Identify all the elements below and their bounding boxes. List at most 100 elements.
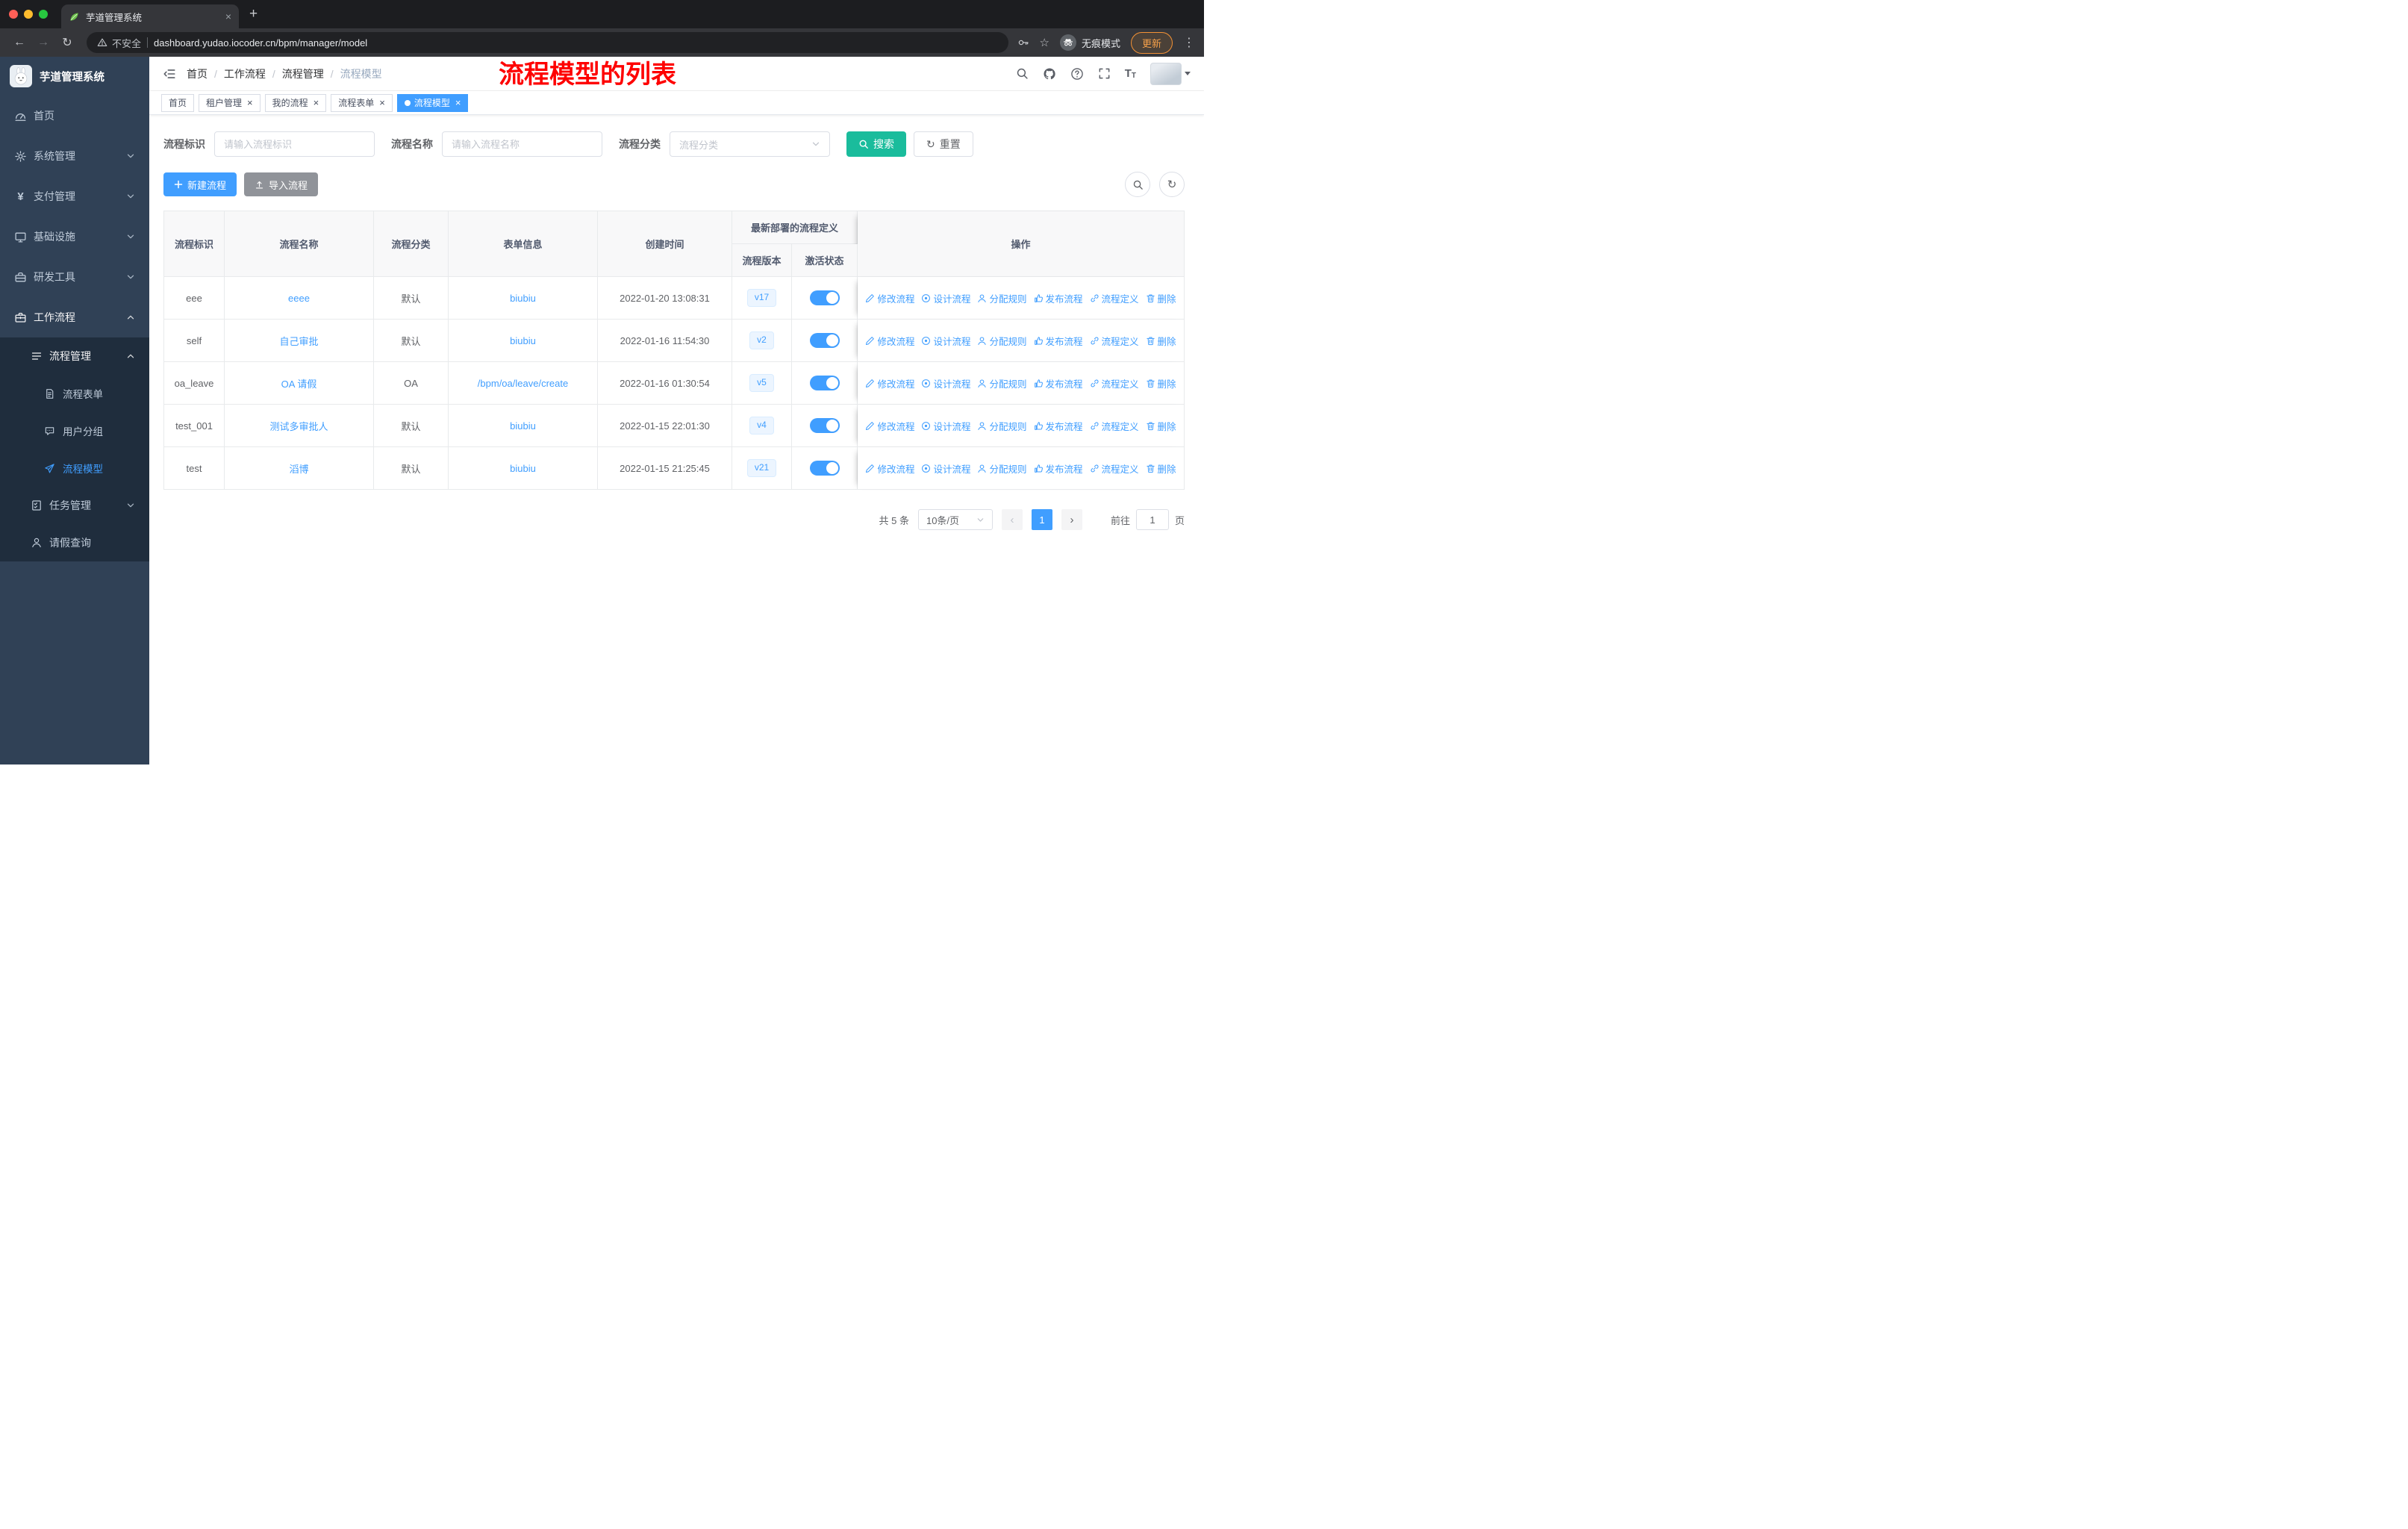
action-definition-link[interactable]: 流程定义	[1090, 419, 1139, 433]
reload-button[interactable]: ↻	[57, 32, 78, 53]
action-assign-link[interactable]: 分配规则	[977, 419, 1027, 433]
sidebar-item-process-management[interactable]: 流程管理	[0, 337, 149, 375]
action-edit-link[interactable]: 修改流程	[865, 461, 914, 476]
process-name-input[interactable]	[442, 131, 602, 157]
sidebar-item-system[interactable]: 系统管理	[0, 136, 149, 176]
action-design-link[interactable]: 设计流程	[921, 334, 970, 348]
action-definition-link[interactable]: 流程定义	[1090, 334, 1139, 348]
browser-update-button[interactable]: 更新	[1130, 31, 1173, 54]
import-process-button[interactable]: 导入流程	[244, 172, 319, 196]
browser-tab[interactable]: 芋道管理系统 ×	[61, 4, 239, 28]
tag-首页[interactable]: 首页	[161, 93, 195, 112]
security-status[interactable]: 不安全	[97, 36, 141, 50]
search-button[interactable]: 搜索	[846, 131, 906, 157]
form-link[interactable]: biubiu	[510, 335, 536, 346]
create-process-button[interactable]: 新建流程	[163, 172, 237, 196]
close-icon[interactable]: ×	[455, 98, 461, 108]
action-publish-link[interactable]: 发布流程	[1034, 334, 1083, 348]
sidebar-item-process-model[interactable]: 流程模型	[0, 449, 149, 487]
back-button[interactable]: ←	[9, 32, 30, 53]
sidebar-item-infrastructure[interactable]: 基础设施	[0, 217, 149, 257]
help-icon[interactable]	[1070, 67, 1084, 81]
sidebar-item-home[interactable]: 首页	[0, 96, 149, 136]
action-publish-link[interactable]: 发布流程	[1034, 291, 1083, 305]
process-name-link[interactable]: OA 请假	[281, 379, 317, 390]
active-toggle[interactable]	[809, 290, 840, 305]
action-publish-link[interactable]: 发布流程	[1034, 461, 1083, 476]
process-name-link[interactable]: eeee	[288, 293, 310, 304]
traffic-light-close[interactable]	[9, 10, 18, 19]
action-delete-link[interactable]: 删除	[1146, 376, 1176, 390]
goto-page-input[interactable]	[1135, 509, 1169, 530]
sidebar-item-payment[interactable]: ¥ 支付管理	[0, 176, 149, 217]
close-icon[interactable]: ×	[247, 98, 253, 108]
sidebar-item-task-management[interactable]: 任务管理	[0, 487, 149, 524]
fullscreen-icon[interactable]	[1098, 67, 1111, 80]
form-link[interactable]: biubiu	[510, 463, 536, 474]
process-name-link[interactable]: 滔博	[289, 464, 308, 475]
close-icon[interactable]: ×	[379, 98, 385, 108]
bookmark-star-icon[interactable]: ☆	[1040, 36, 1049, 49]
form-link[interactable]: /bpm/oa/leave/create	[478, 378, 568, 389]
tag-我的流程[interactable]: 我的流程 ×	[264, 93, 327, 112]
user-menu[interactable]	[1150, 62, 1191, 85]
active-toggle[interactable]	[809, 461, 840, 476]
next-page-button[interactable]: ›	[1061, 509, 1082, 530]
address-bar[interactable]: 不安全 dashboard.yudao.iocoder.cn/bpm/manag…	[87, 32, 1008, 53]
action-edit-link[interactable]: 修改流程	[865, 334, 914, 348]
action-assign-link[interactable]: 分配规则	[977, 376, 1027, 390]
toggle-search-button[interactable]	[1125, 172, 1150, 197]
breadcrumb-item[interactable]: 流程管理	[282, 66, 324, 81]
tag-租户管理[interactable]: 租户管理 ×	[199, 93, 261, 112]
action-design-link[interactable]: 设计流程	[921, 419, 970, 433]
page-number-button[interactable]: 1	[1031, 509, 1052, 530]
reset-button[interactable]: ↻ 重置	[914, 131, 973, 157]
sidebar-item-devtools[interactable]: 研发工具	[0, 257, 149, 297]
action-design-link[interactable]: 设计流程	[921, 291, 970, 305]
action-design-link[interactable]: 设计流程	[921, 376, 970, 390]
action-definition-link[interactable]: 流程定义	[1090, 291, 1139, 305]
refresh-table-button[interactable]: ↻	[1159, 172, 1185, 197]
password-key-icon[interactable]	[1017, 37, 1029, 49]
process-name-link[interactable]: 自己审批	[279, 336, 318, 347]
tag-流程模型[interactable]: 流程模型 ×	[396, 93, 469, 112]
action-delete-link[interactable]: 删除	[1146, 334, 1176, 348]
action-definition-link[interactable]: 流程定义	[1090, 376, 1139, 390]
prev-page-button[interactable]: ‹	[1001, 509, 1023, 530]
action-edit-link[interactable]: 修改流程	[865, 376, 914, 390]
breadcrumb-item[interactable]: 工作流程	[224, 66, 266, 81]
action-delete-link[interactable]: 删除	[1146, 419, 1176, 433]
active-toggle[interactable]	[809, 376, 840, 390]
browser-menu-icon[interactable]: ⋮	[1183, 35, 1195, 50]
page-size-select[interactable]: 10条/页	[917, 509, 993, 530]
action-design-link[interactable]: 设计流程	[921, 461, 970, 476]
sidebar-collapse-icon[interactable]	[163, 67, 176, 81]
sidebar-item-process-form[interactable]: 流程表单	[0, 375, 149, 412]
traffic-light-minimize[interactable]	[24, 10, 33, 19]
close-icon[interactable]: ×	[314, 98, 319, 108]
action-delete-link[interactable]: 删除	[1146, 291, 1176, 305]
action-assign-link[interactable]: 分配规则	[977, 461, 1027, 476]
tag-流程表单[interactable]: 流程表单 ×	[331, 93, 393, 112]
process-name-link[interactable]: 测试多审批人	[269, 421, 328, 432]
action-edit-link[interactable]: 修改流程	[865, 419, 914, 433]
close-tab-icon[interactable]: ×	[225, 10, 231, 22]
new-tab-button[interactable]: +	[249, 6, 258, 22]
form-link[interactable]: biubiu	[510, 420, 536, 432]
action-assign-link[interactable]: 分配规则	[977, 334, 1027, 348]
action-definition-link[interactable]: 流程定义	[1090, 461, 1139, 476]
github-icon[interactable]	[1043, 67, 1056, 81]
action-publish-link[interactable]: 发布流程	[1034, 376, 1083, 390]
active-toggle[interactable]	[809, 418, 840, 433]
action-publish-link[interactable]: 发布流程	[1034, 419, 1083, 433]
action-delete-link[interactable]: 删除	[1146, 461, 1176, 476]
form-link[interactable]: biubiu	[510, 293, 536, 304]
category-select[interactable]: 流程分类	[670, 131, 830, 157]
font-size-icon[interactable]: TT	[1125, 67, 1136, 80]
action-assign-link[interactable]: 分配规则	[977, 291, 1027, 305]
forward-button[interactable]: →	[33, 32, 54, 53]
sidebar-item-user-group[interactable]: 用户分组	[0, 412, 149, 449]
app-logo[interactable]: 芋道管理系统	[0, 57, 149, 96]
active-toggle[interactable]	[809, 333, 840, 348]
sidebar-item-workflow[interactable]: 工作流程	[0, 297, 149, 337]
